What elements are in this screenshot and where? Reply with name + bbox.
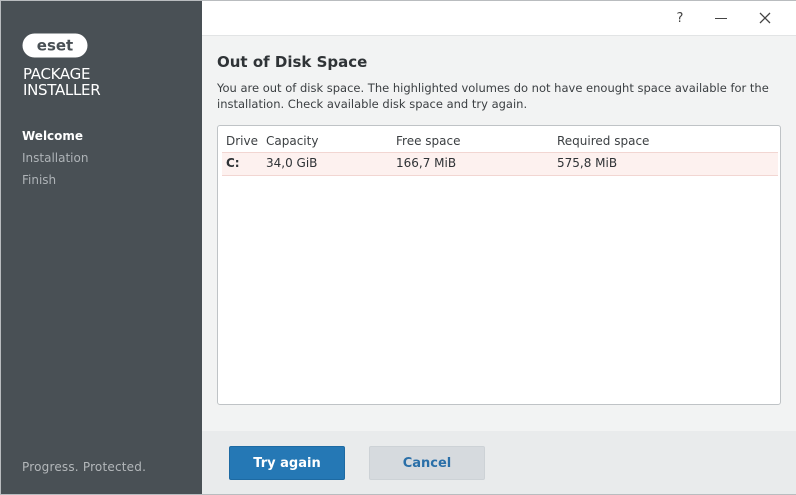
nav-step-finish: Finish bbox=[22, 173, 57, 187]
title-bar: ? bbox=[202, 1, 796, 35]
table-row[interactable]: C: 34,0 GiB 166,7 MiB 575,8 MiB bbox=[222, 152, 778, 176]
page-title: Out of Disk Space bbox=[217, 53, 368, 71]
table-header: Drive Capacity Free space Required space bbox=[218, 132, 780, 152]
tagline: Progress. Protected. bbox=[22, 460, 147, 474]
cell-required-space: 575,8 MiB bbox=[557, 156, 618, 170]
minimize-button[interactable] bbox=[706, 7, 736, 29]
page-description: You are out of disk space. The highlight… bbox=[217, 81, 769, 111]
cell-free-space: 166,7 MiB bbox=[396, 156, 457, 170]
column-header-drive: Drive bbox=[226, 134, 258, 148]
cell-drive: C: bbox=[226, 156, 240, 170]
product-name-line1: PACKAGE bbox=[23, 65, 91, 83]
column-header-capacity: Capacity bbox=[266, 134, 319, 148]
eset-logo: eset bbox=[22, 33, 88, 58]
product-name-line2: INSTALLER bbox=[23, 81, 101, 99]
nav-step-installation: Installation bbox=[22, 151, 89, 165]
footer-bar: Try again Cancel bbox=[202, 431, 796, 494]
cell-capacity: 34,0 GiB bbox=[266, 156, 318, 170]
help-icon: ? bbox=[676, 10, 684, 26]
installer-window: eset PACKAGE INSTALLER Welcome Installat… bbox=[0, 0, 796, 495]
product-name: PACKAGE INSTALLER bbox=[23, 65, 101, 99]
close-icon bbox=[759, 12, 771, 24]
step-nav: Welcome Installation Finish bbox=[22, 125, 88, 191]
help-button[interactable]: ? bbox=[665, 7, 695, 29]
disk-space-table: Drive Capacity Free space Required space… bbox=[217, 125, 781, 405]
column-header-required-space: Required space bbox=[557, 134, 650, 148]
svg-text:eset: eset bbox=[37, 37, 73, 55]
cancel-button[interactable]: Cancel bbox=[369, 446, 485, 480]
close-button[interactable] bbox=[750, 7, 780, 29]
minimize-icon bbox=[715, 17, 727, 19]
column-header-free-space: Free space bbox=[396, 134, 461, 148]
nav-step-welcome: Welcome bbox=[22, 129, 84, 143]
try-again-button[interactable]: Try again bbox=[229, 446, 345, 480]
sidebar: eset PACKAGE INSTALLER Welcome Installat… bbox=[1, 1, 202, 494]
main-panel: Out of Disk Space You are out of disk sp… bbox=[202, 35, 796, 431]
